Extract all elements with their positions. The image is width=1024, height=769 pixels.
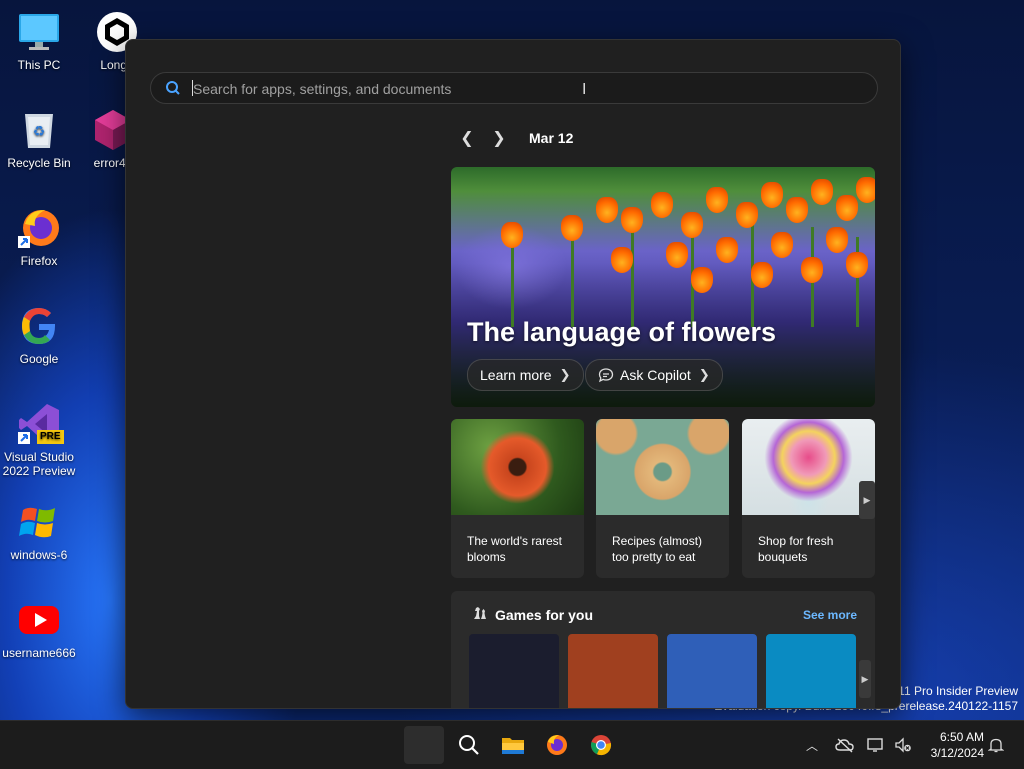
desktop-icon-this-pc[interactable]: This PC: [0, 10, 78, 72]
clock[interactable]: 6:50 AM 3/12/2024: [914, 729, 984, 761]
see-more-link[interactable]: See more: [803, 608, 857, 622]
story-card[interactable]: Shop for fresh bouquets: [742, 419, 875, 578]
search-box[interactable]: [150, 72, 878, 105]
desktop-icon-google[interactable]: Google: [0, 304, 78, 366]
monitor-icon: [17, 10, 61, 54]
file-explorer-button[interactable]: [493, 726, 533, 764]
search-input[interactable]: [191, 73, 855, 105]
clock-time: 6:50 AM: [939, 730, 984, 744]
game-tile[interactable]: [766, 634, 856, 708]
desktop-icon-label: This PC: [17, 58, 61, 72]
ask-copilot-label: Ask Copilot: [620, 367, 691, 383]
network-monitor-icon: [867, 738, 883, 752]
volume-muted-icon: [895, 737, 911, 753]
onedrive-button[interactable]: [833, 721, 857, 769]
hero-title: The language of flowers: [467, 317, 777, 347]
story-card[interactable]: Recipes (almost) too pretty to eat: [596, 419, 729, 578]
youtube-icon: [17, 598, 61, 642]
volume-button[interactable]: [893, 721, 913, 769]
chess-pieces-icon: [474, 607, 486, 619]
start-menu: I ❮ ❯ Mar 12 The language of flowers Lea…: [125, 39, 901, 709]
chevron-right-icon: ❯: [492, 130, 506, 147]
learn-more-label: Learn more: [480, 367, 552, 383]
clock-date: 3/12/2024: [930, 746, 984, 760]
chevron-up-icon: ︿: [805, 738, 818, 753]
windows-logo-icon: [17, 500, 61, 544]
visual-studio-icon: PRE: [17, 402, 64, 446]
network-button[interactable]: [866, 721, 886, 769]
desktop-icon-windows-6[interactable]: windows-6: [0, 500, 78, 562]
games-next-button[interactable]: ▶: [859, 660, 871, 698]
firefox-icon: [547, 735, 567, 755]
games-title: Games for you: [495, 607, 594, 623]
svg-text:♻: ♻: [33, 124, 46, 140]
rafflesia-image: [451, 419, 584, 515]
game-tile[interactable]: [568, 634, 658, 708]
firefox-icon: [17, 206, 61, 250]
taskbar: ︿ 6:50 AM 3/12/2024: [0, 720, 1024, 769]
text-caret: [192, 80, 193, 96]
pastry-image: [596, 419, 729, 515]
game-tile[interactable]: [469, 634, 559, 708]
games-section: Games for you See more: [451, 591, 875, 708]
current-date: Mar 12: [529, 130, 574, 146]
chevron-left-icon: ❮: [460, 130, 474, 147]
next-button[interactable]: ❯: [483, 126, 515, 150]
chrome-button[interactable]: [581, 726, 621, 764]
play-right-icon: ▶: [861, 673, 869, 684]
chrome-icon: [591, 735, 612, 756]
folder-icon: [502, 738, 524, 754]
desktop-icon-recycle-bin[interactable]: ♻ Recycle Bin: [0, 108, 78, 170]
chevron-right-icon: ❯: [698, 367, 710, 382]
google-icon: [17, 304, 61, 348]
pre-badge: PRE: [37, 430, 64, 444]
cloud-offline-icon: [835, 738, 854, 753]
ibeam-cursor-icon: I: [582, 81, 587, 98]
desktop-icon-visual-studio[interactable]: PRE Visual Studio 2022 Preview: [0, 402, 78, 478]
search-icon: [459, 735, 479, 755]
desktop-icon-youtube[interactable]: username666: [0, 598, 78, 660]
desktop-icon-label: Firefox: [20, 254, 58, 268]
story-caption: The world's rarest blooms: [467, 534, 562, 564]
recycle-bin-icon: ♻: [17, 108, 61, 152]
desktop-icon-label: windows-6: [10, 548, 68, 562]
bouquet-image: [742, 419, 875, 515]
carousel-next-button[interactable]: ▶: [859, 481, 875, 519]
desktop-icon-label: Recycle Bin: [7, 156, 71, 170]
notifications-button[interactable]: [986, 721, 1006, 769]
search-icon: [166, 81, 180, 95]
chat-bubble-icon: [598, 368, 614, 383]
hero-card[interactable]: The language of flowers Learn more ❯ Ask…: [451, 167, 875, 407]
desktop-icon-label: Visual Studio 2022 Preview: [2, 450, 76, 478]
bell-icon: [988, 738, 1004, 753]
story-card[interactable]: The world's rarest blooms: [451, 419, 584, 578]
ask-copilot-button[interactable]: Ask Copilot ❯: [585, 359, 723, 391]
desktop-icon-label: Google: [19, 352, 59, 366]
firefox-button[interactable]: [537, 726, 577, 764]
desktop-icon-label: username666: [2, 646, 76, 660]
story-caption: Shop for fresh bouquets: [758, 534, 834, 564]
previous-button[interactable]: ❮: [451, 126, 483, 150]
play-right-icon: ▶: [863, 494, 871, 505]
game-tile[interactable]: [667, 634, 757, 708]
start-icon: [415, 736, 433, 754]
start-button[interactable]: [404, 726, 444, 764]
learn-more-button[interactable]: Learn more ❯: [467, 359, 584, 391]
date-navigation: ❮ ❯ Mar 12: [451, 126, 573, 150]
desktop-icon-firefox[interactable]: Firefox: [0, 206, 78, 268]
search-button[interactable]: [449, 726, 489, 764]
story-caption: Recipes (almost) too pretty to eat: [612, 534, 703, 564]
show-hidden-icons-button[interactable]: ︿: [802, 721, 822, 769]
chevron-right-icon: ❯: [559, 367, 571, 382]
